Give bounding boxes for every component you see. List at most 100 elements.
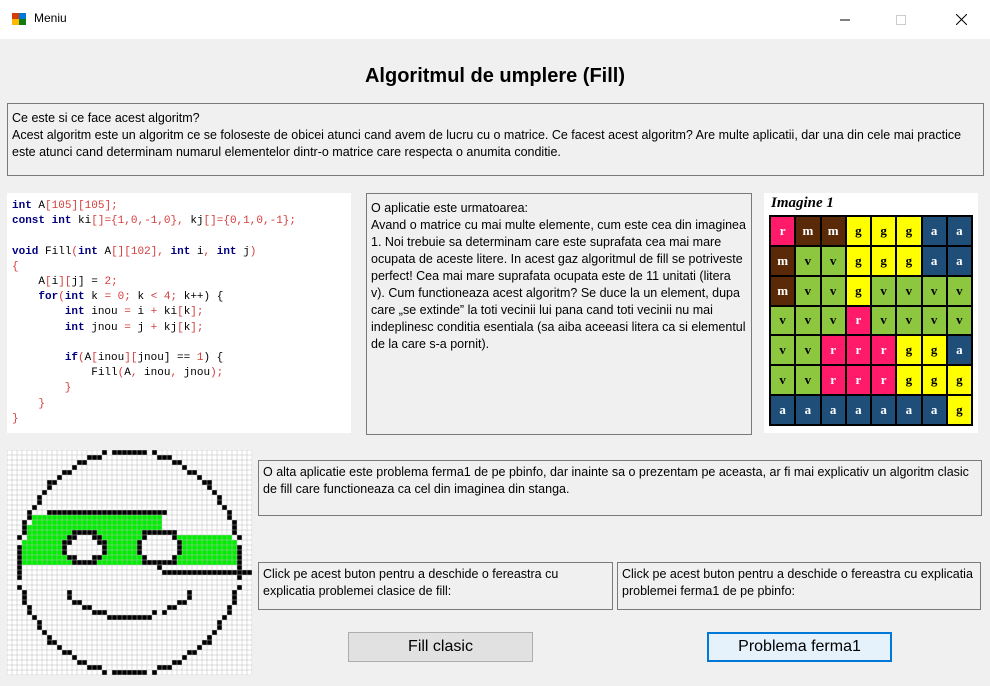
- fill-pixel: [102, 525, 107, 530]
- fill-pixel: [22, 560, 27, 565]
- code-line: }: [12, 397, 46, 410]
- fill-pixel: [117, 540, 122, 545]
- fill-pixel: [132, 530, 137, 535]
- outline-pixel: [17, 565, 22, 570]
- fill-pixel: [232, 540, 237, 545]
- outline-pixel: [217, 495, 222, 500]
- fill-pixel: [152, 525, 157, 530]
- fill-pixel: [27, 530, 32, 535]
- fill-pixel: [42, 560, 47, 565]
- fill-pixel: [117, 555, 122, 560]
- outline-pixel: [232, 530, 237, 535]
- outline-pixel: [102, 610, 107, 615]
- fill-pixel: [207, 545, 212, 550]
- outline-pixel: [177, 570, 182, 575]
- fill-pixel: [227, 540, 232, 545]
- outline-pixel: [202, 480, 207, 485]
- pixel-grid: [6, 449, 253, 676]
- outline-pixel: [237, 550, 242, 555]
- application-textbox[interactable]: O aplicatie este urmatoarea: Avand o mat…: [366, 193, 752, 435]
- outline-pixel: [67, 590, 72, 595]
- fill-pixel: [127, 550, 132, 555]
- outline-pixel: [167, 605, 172, 610]
- outline-pixel: [37, 500, 42, 505]
- fill-pixel: [222, 550, 227, 555]
- outline-pixel: [97, 610, 102, 615]
- outline-pixel: [232, 570, 237, 575]
- fill-pixel: [42, 540, 47, 545]
- outline-pixel: [227, 510, 232, 515]
- outline-pixel: [172, 605, 177, 610]
- outline-pixel: [17, 575, 22, 580]
- code-line: }: [12, 382, 72, 395]
- outline-pixel: [187, 590, 192, 595]
- fill-pixel: [22, 545, 27, 550]
- fill-pixel: [32, 520, 37, 525]
- outline-pixel: [207, 485, 212, 490]
- fill-pixel: [52, 540, 57, 545]
- close-button[interactable]: [938, 0, 984, 39]
- code-line: {: [12, 260, 19, 273]
- letter-cell: m: [771, 276, 795, 305]
- fill-pixel: [217, 540, 222, 545]
- outline-pixel: [82, 530, 87, 535]
- fill-clasic-button[interactable]: Fill clasic: [348, 632, 533, 662]
- fill-pixel: [147, 515, 152, 520]
- fill-pixel: [232, 545, 237, 550]
- fill-pixel: [82, 515, 87, 520]
- maximize-button[interactable]: [878, 0, 924, 39]
- fill-pixel: [52, 550, 57, 555]
- fill-pixel: [67, 515, 72, 520]
- outline-pixel: [232, 595, 237, 600]
- fill-pixel: [67, 520, 72, 525]
- outline-pixel: [122, 510, 127, 515]
- fill-pixel: [212, 555, 217, 560]
- intro-textbox[interactable]: Ce este si ce face acest algoritm? Acest…: [7, 103, 984, 176]
- fill-pixel: [177, 535, 182, 540]
- fill-pixel: [112, 560, 117, 565]
- outline-pixel: [82, 560, 87, 565]
- outline-pixel: [227, 605, 232, 610]
- fill-pixel: [177, 555, 182, 560]
- outline-pixel: [172, 570, 177, 575]
- fill-pixel: [82, 520, 87, 525]
- outline-pixel: [232, 590, 237, 595]
- outline-pixel: [62, 470, 67, 475]
- outline-pixel: [237, 570, 242, 575]
- fill-clasic-note[interactable]: Click pe acest buton pentru a deschide o…: [258, 562, 613, 610]
- outline-pixel: [27, 605, 32, 610]
- fill-pixel: [27, 560, 32, 565]
- fill-pixel: [32, 550, 37, 555]
- outline-pixel: [77, 660, 82, 665]
- outline-pixel: [167, 455, 172, 460]
- fill-pixel: [107, 515, 112, 520]
- fill-pixel: [42, 555, 47, 560]
- outline-pixel: [102, 510, 107, 515]
- outline-pixel: [127, 510, 132, 515]
- page-title: Algoritmul de umplere (Fill): [364, 65, 625, 87]
- minimize-button[interactable]: [822, 0, 868, 39]
- outline-pixel: [87, 530, 92, 535]
- ferma-note[interactable]: Click pe acest buton pentru a deschide o…: [617, 562, 981, 610]
- outline-pixel: [232, 525, 237, 530]
- problema-ferma-button[interactable]: Problema ferma1: [707, 632, 892, 662]
- fill-pixel: [207, 550, 212, 555]
- letter-cell: g: [947, 366, 971, 395]
- outline-pixel: [222, 570, 227, 575]
- outline-pixel: [62, 550, 67, 555]
- fill-pixel: [27, 550, 32, 555]
- outline-pixel: [137, 540, 142, 545]
- letter-cell: g: [872, 246, 896, 275]
- outline-pixel: [177, 550, 182, 555]
- fill-pixel: [197, 540, 202, 545]
- outline-pixel: [82, 660, 87, 665]
- letter-cell: a: [872, 396, 896, 424]
- ferma-description-textbox[interactable]: O alta aplicatie este problema ferma1 de…: [258, 460, 982, 516]
- outline-pixel: [92, 560, 97, 565]
- code-line: int jnou = j + kj[k];: [64, 321, 204, 334]
- outline-pixel: [172, 660, 177, 665]
- fill-pixel: [132, 550, 137, 555]
- outline-pixel: [152, 510, 157, 515]
- fill-pixel: [47, 520, 52, 525]
